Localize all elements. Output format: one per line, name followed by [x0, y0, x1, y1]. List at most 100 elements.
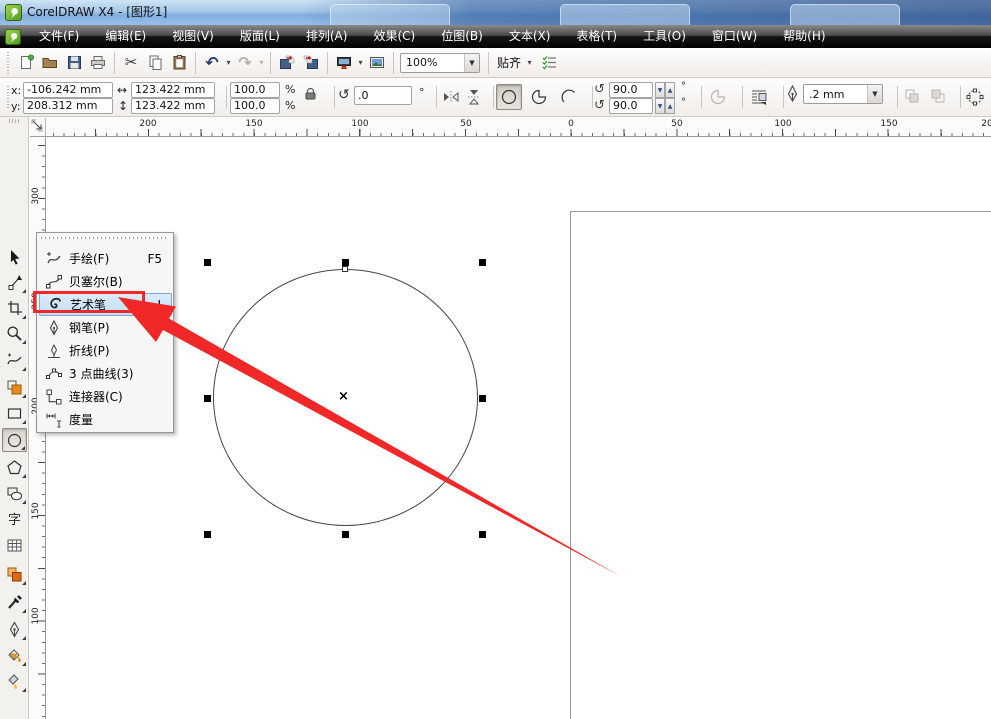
- rotation-angle-field[interactable]: .0: [354, 86, 412, 105]
- menu-table[interactable]: 表格(T): [563, 25, 630, 48]
- end-angle-up-button[interactable]: ▲: [665, 98, 675, 114]
- export-button[interactable]: [299, 51, 323, 75]
- menu-layout[interactable]: 版面(L): [227, 25, 293, 48]
- flyout-item-polyline[interactable]: 折线(P): [39, 339, 172, 362]
- basic-shapes-tool[interactable]: [2, 481, 27, 505]
- interactive-blend-tool[interactable]: [2, 562, 27, 586]
- ellipse-tool[interactable]: [2, 428, 27, 452]
- flyout-item-connector[interactable]: 连接器(C): [39, 385, 172, 408]
- undo-dropdown-arrow[interactable]: ▾: [224, 58, 233, 67]
- selection-handle-top-right[interactable]: [479, 259, 486, 266]
- menu-bitmaps[interactable]: 位图(B): [428, 25, 496, 48]
- selection-handle-middle-left[interactable]: [204, 395, 211, 402]
- end-angle-down-button[interactable]: ▼: [655, 98, 665, 114]
- menu-window[interactable]: 窗口(W): [699, 25, 770, 48]
- menu-edit[interactable]: 编辑(E): [92, 25, 159, 48]
- ruler-origin[interactable]: [30, 118, 46, 137]
- menu-effects[interactable]: 效果(C): [360, 25, 428, 48]
- toolbox-grip[interactable]: [9, 119, 21, 123]
- arc-mode-button[interactable]: [556, 84, 582, 110]
- flyout-item-bezier[interactable]: 贝塞尔(B): [39, 270, 172, 293]
- redo-dropdown-arrow[interactable]: ▾: [257, 58, 266, 67]
- text-tool[interactable]: 字: [2, 508, 27, 532]
- eyedropper-tool[interactable]: [2, 590, 27, 614]
- flyout-item-freehand[interactable]: 手绘(F) F5: [39, 247, 172, 270]
- mirror-horizontal-button[interactable]: [440, 86, 462, 108]
- snap-button[interactable]: 贴齐: [493, 54, 525, 71]
- drawing-canvas[interactable]: ×: [46, 137, 991, 719]
- pick-tool[interactable]: [2, 245, 27, 269]
- snap-dropdown-arrow[interactable]: ▾: [525, 58, 534, 67]
- end-angle-field[interactable]: 90.0: [609, 98, 653, 114]
- object-center-mark[interactable]: ×: [338, 389, 349, 404]
- object-width-field[interactable]: 123.422 mm: [131, 82, 215, 98]
- options-button[interactable]: [538, 51, 562, 75]
- zoom-tool[interactable]: [2, 321, 27, 345]
- outline-width-combobox[interactable]: .2 mm ▼: [803, 84, 883, 104]
- application-launcher-button[interactable]: [332, 51, 356, 75]
- paste-button[interactable]: [167, 51, 191, 75]
- pie-mode-button[interactable]: [526, 84, 552, 110]
- convert-to-curves-button[interactable]: [962, 84, 988, 110]
- table-tool[interactable]: [2, 533, 27, 557]
- shape-tool[interactable]: [2, 270, 27, 294]
- flyout-item-3-point-curve[interactable]: 3 点曲线(3): [39, 362, 172, 385]
- smart-fill-tool[interactable]: [2, 375, 27, 399]
- freehand-tool[interactable]: [2, 348, 27, 372]
- selection-handle-top-left[interactable]: [204, 259, 211, 266]
- flyout-item-dimension[interactable]: 度量: [39, 408, 172, 431]
- flyout-tearoff-handle[interactable]: [41, 236, 169, 241]
- scale-vertical-field[interactable]: 100.0: [230, 98, 280, 114]
- cut-button[interactable]: ✂: [119, 51, 143, 75]
- menu-help[interactable]: 帮助(H): [770, 25, 838, 48]
- clockwise-arc-button[interactable]: [705, 84, 731, 110]
- menu-tools[interactable]: 工具(O): [630, 25, 699, 48]
- redo-button[interactable]: ↷: [233, 51, 257, 75]
- selection-handle-bottom-right[interactable]: [479, 531, 486, 538]
- toolbar-grip[interactable]: [6, 51, 11, 74]
- x-position-field[interactable]: -106.242 mm: [23, 82, 113, 98]
- launcher-dropdown-arrow[interactable]: ▾: [356, 58, 365, 67]
- y-position-field[interactable]: 208.312 mm: [23, 98, 113, 114]
- to-front-button[interactable]: [900, 84, 924, 108]
- flyout-item-pen[interactable]: 钢笔(P): [39, 316, 172, 339]
- mirror-vertical-button[interactable]: [463, 86, 485, 108]
- selection-handle-middle-right[interactable]: [479, 395, 486, 402]
- ellipse-mode-button[interactable]: [496, 84, 522, 110]
- selection-handle-top-center[interactable]: [342, 259, 349, 266]
- object-height-field[interactable]: 123.422 mm: [131, 98, 215, 114]
- ellipse-node[interactable]: [342, 266, 348, 272]
- scale-horizontal-field[interactable]: 100.0: [230, 82, 280, 98]
- selection-handle-bottom-left[interactable]: [204, 531, 211, 538]
- polygon-tool[interactable]: [2, 455, 27, 479]
- start-angle-up-button[interactable]: ▲: [665, 82, 675, 98]
- start-angle-down-button[interactable]: ▼: [655, 82, 665, 98]
- y-label: y:: [11, 100, 21, 113]
- start-angle-field[interactable]: 90.0: [609, 82, 653, 98]
- copy-button[interactable]: [143, 51, 167, 75]
- menu-view[interactable]: 视图(V): [159, 25, 227, 48]
- print-button[interactable]: [86, 51, 110, 75]
- text-wrap-button[interactable]: [746, 84, 772, 110]
- outline-width-arrow[interactable]: ▼: [867, 85, 882, 103]
- menu-file[interactable]: 文件(F): [26, 25, 92, 48]
- selection-handle-bottom-center[interactable]: [342, 531, 349, 538]
- interactive-fill-tool[interactable]: [2, 669, 27, 693]
- horizontal-ruler[interactable]: 200 150 100 50 0 50 100 150 20: [46, 118, 991, 137]
- menu-text[interactable]: 文本(X): [496, 25, 564, 48]
- open-button[interactable]: [38, 51, 62, 75]
- to-back-button[interactable]: [926, 84, 950, 108]
- rectangle-tool[interactable]: [2, 401, 27, 425]
- new-document-button[interactable]: [14, 51, 38, 75]
- crop-tool[interactable]: [2, 296, 27, 320]
- zoom-combo-arrow[interactable]: ▼: [464, 53, 479, 72]
- menu-arrange[interactable]: 排列(A): [293, 25, 361, 48]
- save-button[interactable]: [62, 51, 86, 75]
- undo-button[interactable]: ↶: [200, 51, 224, 75]
- outline-pen-tool[interactable]: [2, 617, 27, 641]
- welcome-screen-button[interactable]: [365, 51, 389, 75]
- fill-tool[interactable]: [2, 643, 27, 667]
- lock-ratio-button[interactable]: [301, 85, 319, 103]
- import-button[interactable]: [275, 51, 299, 75]
- zoom-level-combobox[interactable]: 100% ▼: [400, 52, 480, 73]
